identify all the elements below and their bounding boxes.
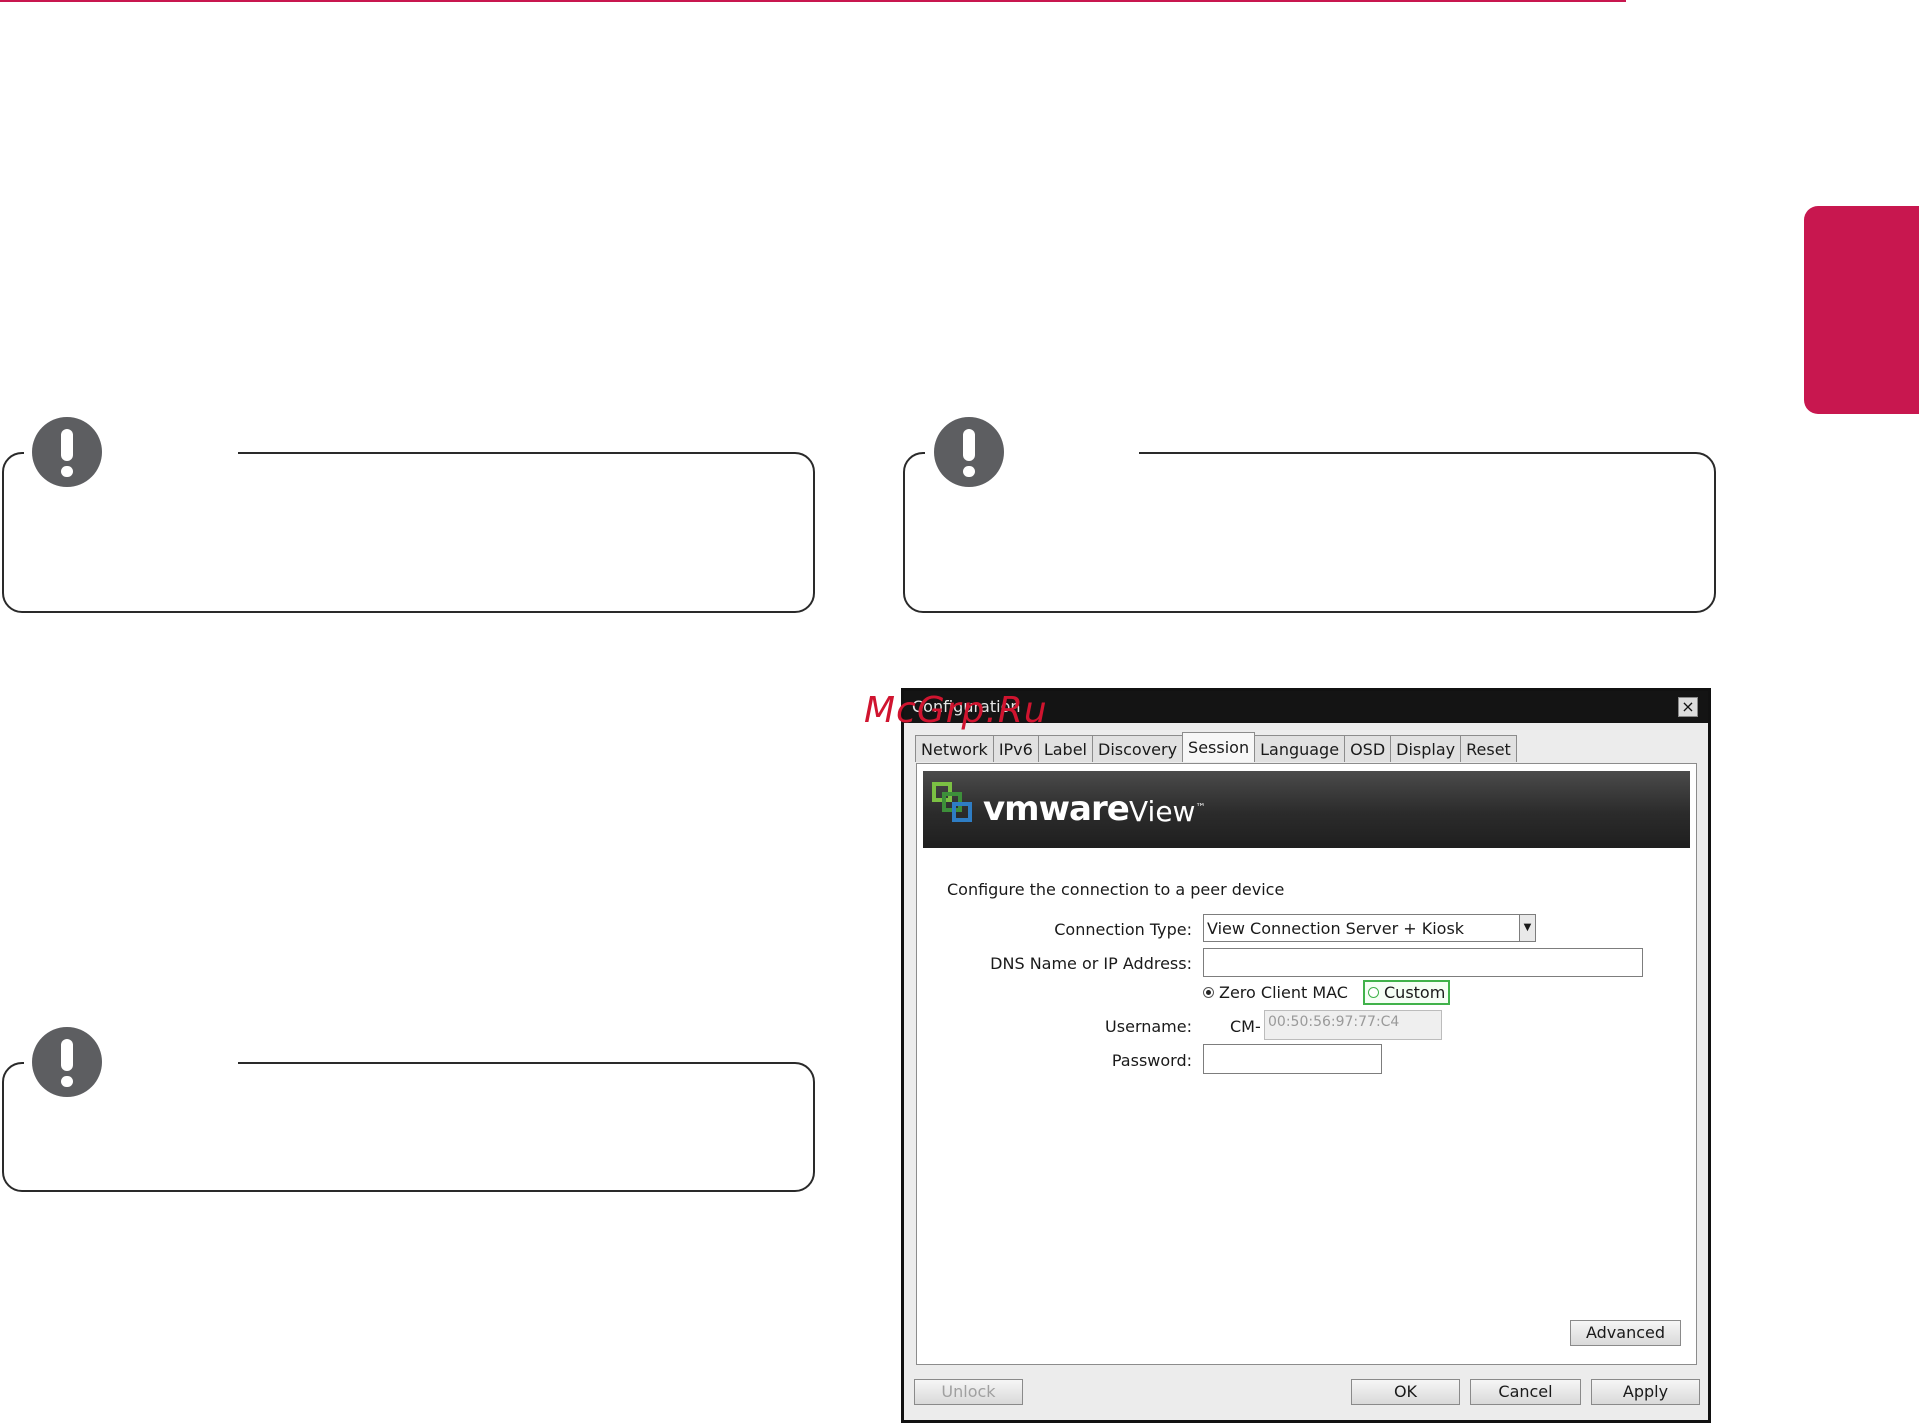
vmware-view-banner: vmware View™ [923, 771, 1690, 848]
exclamation-icon [934, 417, 1004, 487]
username-prefix: CM- [1230, 1017, 1261, 1036]
vmware-logo-icon [932, 782, 972, 822]
tab-ipv6[interactable]: IPv6 [992, 735, 1039, 762]
tab-network[interactable]: Network [915, 735, 994, 762]
top-accent-rule [0, 0, 1626, 2]
radio-custom-label: Custom [1384, 983, 1446, 1002]
dns-label: DNS Name or IP Address: [990, 954, 1192, 973]
radio-selected-icon [1203, 987, 1214, 998]
unlock-button[interactable]: Unlock [914, 1379, 1023, 1405]
apply-button[interactable]: Apply [1591, 1379, 1700, 1405]
note-box [2, 1062, 815, 1192]
connection-type-value: View Connection Server + Kiosk [1207, 919, 1465, 938]
radio-zero-client-label: Zero Client MAC [1219, 983, 1348, 1002]
watermark: McGrp.Ru [864, 690, 1048, 731]
exclamation-icon [32, 417, 102, 487]
tab-discovery[interactable]: Discovery [1092, 735, 1184, 762]
connection-type-label: Connection Type: [1054, 920, 1192, 939]
exclamation-icon [32, 1027, 102, 1097]
tab-session[interactable]: Session [1182, 732, 1256, 762]
advanced-button[interactable]: Advanced [1570, 1320, 1681, 1346]
product-name: View [1129, 795, 1196, 828]
username-input[interactable]: 00:50:56:97:77:C4 [1264, 1010, 1442, 1040]
tab-osd[interactable]: OSD [1344, 735, 1392, 762]
tab-display[interactable]: Display [1390, 735, 1462, 762]
tab-language[interactable]: Language [1254, 735, 1346, 762]
note-box [903, 452, 1716, 613]
view-product: View™ [1129, 795, 1205, 828]
trademark: ™ [1195, 802, 1206, 814]
username-label: Username: [1105, 1017, 1192, 1036]
tab-label[interactable]: Label [1037, 735, 1093, 762]
cancel-button[interactable]: Cancel [1470, 1379, 1581, 1405]
connection-type-select[interactable]: View Connection Server + Kiosk ▼ [1203, 914, 1536, 942]
radio-zero-client-mac[interactable]: Zero Client MAC [1203, 983, 1348, 1002]
configuration-dialog: Configuration × Network IPv6 Label Disco… [901, 688, 1711, 1423]
tab-reset[interactable]: Reset [1460, 735, 1517, 762]
tab-strip: Network IPv6 Label Discovery Session Lan… [915, 732, 1517, 763]
password-input[interactable] [1203, 1044, 1382, 1074]
side-section-tab [1804, 206, 1919, 414]
vmware-brand: vmware [983, 789, 1130, 829]
dns-input[interactable] [1203, 948, 1643, 977]
intro-text: Configure the connection to a peer devic… [947, 880, 1285, 899]
radio-custom[interactable]: Custom [1363, 980, 1451, 1005]
close-icon[interactable]: × [1678, 697, 1698, 717]
password-label: Password: [1111, 1051, 1192, 1070]
note-box [2, 452, 815, 613]
ok-button[interactable]: OK [1351, 1379, 1460, 1405]
session-panel: vmware View™ Configure the connection to… [916, 763, 1697, 1365]
radio-unselected-icon [1368, 987, 1379, 998]
chevron-down-icon[interactable]: ▼ [1519, 915, 1535, 941]
